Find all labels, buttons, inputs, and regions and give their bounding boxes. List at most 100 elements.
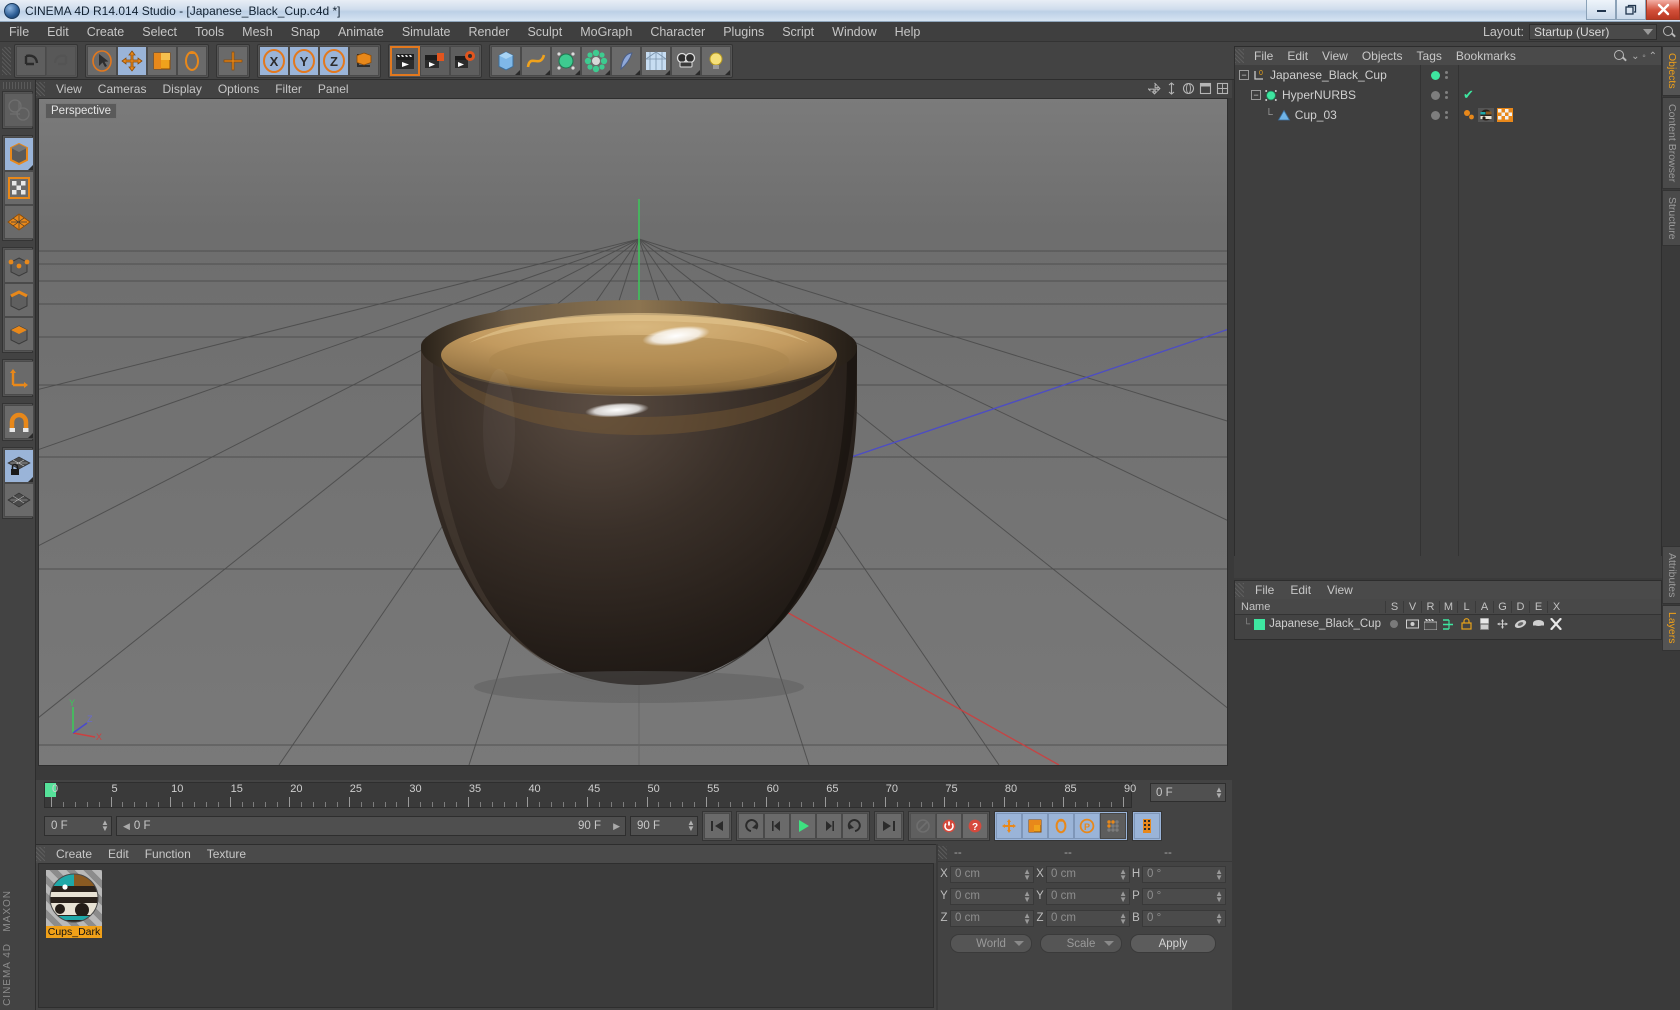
layer-visible-cell[interactable] xyxy=(1403,619,1421,629)
stepper-icon[interactable]: ▲ ▼ xyxy=(1023,867,1031,881)
object-dots-row[interactable] xyxy=(1421,105,1458,125)
object-tree[interactable]: − 0 Japanese_Black_Cup − HyperNURBS └ Cu… xyxy=(1235,65,1421,575)
layer-col-a[interactable]: A xyxy=(1475,600,1493,613)
stepper-icon[interactable]: ▲ ▼ xyxy=(1215,911,1223,925)
scale-key-button[interactable] xyxy=(1022,813,1048,839)
edge-mode-button[interactable] xyxy=(4,283,34,317)
material-menu-edit[interactable]: Edit xyxy=(100,845,137,863)
layer-color-dot[interactable] xyxy=(1431,90,1440,100)
select-tool[interactable] xyxy=(87,45,117,76)
coordinates-grip[interactable] xyxy=(938,846,947,859)
menu-item-mesh[interactable]: Mesh xyxy=(233,22,282,42)
object-dots-row[interactable] xyxy=(1421,65,1458,85)
stepper-icon[interactable]: ▲ ▼ xyxy=(1119,889,1127,903)
layer-color-dot[interactable] xyxy=(1431,70,1440,80)
material-tag-icon[interactable] xyxy=(1478,108,1494,122)
viewport-menu-grip[interactable] xyxy=(36,82,45,96)
viewport-navigation-tool[interactable] xyxy=(4,93,34,127)
object-row-hypernurbs[interactable]: − HyperNURBS xyxy=(1235,85,1420,105)
stepper-icon[interactable]: ▲ ▼ xyxy=(1215,867,1223,881)
layer-col-r[interactable]: R xyxy=(1421,600,1439,613)
layer-menu-grip[interactable] xyxy=(1235,583,1244,597)
search-icon[interactable] xyxy=(1662,25,1676,39)
menu-item-file[interactable]: File xyxy=(0,22,38,42)
coordinate-mode-dropdown[interactable]: Scale xyxy=(1040,934,1122,953)
step-back-button[interactable] xyxy=(764,813,790,839)
world-object-axis-button[interactable] xyxy=(349,45,379,76)
layout-icon[interactable] xyxy=(1216,82,1229,95)
stepper-icon[interactable]: ▲ ▼ xyxy=(687,819,695,833)
tab-layers[interactable]: Layers xyxy=(1662,605,1680,651)
workplane-button[interactable] xyxy=(4,483,34,517)
camera-button[interactable] xyxy=(671,45,701,76)
visibility-dots-icon[interactable] xyxy=(1445,71,1448,79)
position-y-field[interactable]: 0 cm ▲ ▼ xyxy=(950,887,1034,905)
object-menu-grip[interactable] xyxy=(1235,49,1244,63)
material-menu-create[interactable]: Create xyxy=(48,845,100,863)
tag-dot-icon[interactable] xyxy=(1463,109,1475,121)
go-to-start-button[interactable] xyxy=(704,813,730,839)
material-chip[interactable]: Cups_Dark xyxy=(46,870,102,938)
tab-objects[interactable]: Objects xyxy=(1662,46,1680,96)
maximize-icon[interactable] xyxy=(1199,82,1212,95)
menu-item-animate[interactable]: Animate xyxy=(329,22,393,42)
parameter-key-button[interactable]: P xyxy=(1074,813,1100,839)
layer-render-cell[interactable] xyxy=(1421,618,1439,630)
layer-col-d[interactable]: D xyxy=(1511,600,1529,613)
timeline-button[interactable] xyxy=(1134,813,1160,839)
lock-workplane-button[interactable] xyxy=(4,449,34,483)
menu-item-select[interactable]: Select xyxy=(133,22,186,42)
menu-item-help[interactable]: Help xyxy=(886,22,930,42)
minimize-button[interactable] xyxy=(1586,0,1616,20)
material-menu-function[interactable]: Function xyxy=(137,845,199,863)
close-button[interactable] xyxy=(1646,0,1680,20)
layer-color-dot[interactable] xyxy=(1431,110,1440,120)
keyframe-selection-button[interactable]: ? xyxy=(962,813,988,839)
layer-color-swatch[interactable] xyxy=(1254,618,1266,630)
menu-item-tools[interactable]: Tools xyxy=(186,22,233,42)
toolbar-grip[interactable] xyxy=(2,46,11,75)
texture-mode-button[interactable] xyxy=(4,171,34,205)
undo-button[interactable] xyxy=(16,45,46,76)
add-cube-button[interactable] xyxy=(491,45,521,76)
layer-col-x[interactable]: X xyxy=(1547,600,1565,613)
layer-col-l[interactable]: L xyxy=(1457,600,1475,613)
pan-icon[interactable] xyxy=(1148,82,1161,95)
menu-item-plugins[interactable]: Plugins xyxy=(714,22,773,42)
expand-toggle-icon[interactable]: − xyxy=(1251,90,1261,100)
viewport-menu-options[interactable]: Options xyxy=(210,80,267,98)
stepper-icon[interactable]: ▲ ▼ xyxy=(101,819,109,833)
visibility-dots-icon[interactable] xyxy=(1445,111,1448,119)
cursor-cross-tool[interactable] xyxy=(218,45,248,76)
preview-range-bar[interactable]: ◀ 0 F 90 F ▶ xyxy=(116,816,626,836)
start-frame-input[interactable]: 0 F ▲ ▼ xyxy=(44,816,112,836)
object-menu-bookmarks[interactable]: Bookmarks xyxy=(1449,47,1523,65)
point-level-animation-button[interactable] xyxy=(1100,813,1126,839)
next-key-button[interactable] xyxy=(842,813,868,839)
object-menu-file[interactable]: File xyxy=(1247,47,1280,65)
render-view-button[interactable] xyxy=(390,45,420,76)
rotation-h-field[interactable]: 0 ° ▲ ▼ xyxy=(1142,865,1226,883)
previous-key-button[interactable] xyxy=(738,813,764,839)
rotation-p-field[interactable]: 0 ° ▲ ▼ xyxy=(1142,887,1226,905)
material-manager-body[interactable]: Cups_Dark xyxy=(38,863,934,1008)
polygon-mode-button[interactable] xyxy=(4,317,34,351)
check-icon[interactable]: ✔ xyxy=(1463,87,1474,103)
layer-menu-file[interactable]: File xyxy=(1247,581,1282,599)
lock-z-axis[interactable]: Z xyxy=(319,45,349,76)
tab-attributes[interactable]: Attributes xyxy=(1662,546,1680,605)
dolly-icon[interactable] xyxy=(1165,82,1178,95)
stepper-icon[interactable]: ▲ ▼ xyxy=(1119,867,1127,881)
viewport-menu-view[interactable]: View xyxy=(48,80,90,98)
nurbs-button[interactable] xyxy=(551,45,581,76)
end-frame-input[interactable]: 90 F ▲ ▼ xyxy=(630,816,698,836)
menu-item-render[interactable]: Render xyxy=(459,22,518,42)
environment-button[interactable] xyxy=(641,45,671,76)
layer-row[interactable]: └ Japanese_Black_Cup xyxy=(1235,615,1661,633)
viewport-menu-cameras[interactable]: Cameras xyxy=(90,80,155,98)
left-toolbar-grip[interactable] xyxy=(3,82,33,89)
lock-y-axis[interactable]: Y xyxy=(289,45,319,76)
stepper-icon[interactable]: ▲ ▼ xyxy=(1023,889,1031,903)
render-region-button[interactable] xyxy=(420,45,450,76)
menu-item-sculpt[interactable]: Sculpt xyxy=(518,22,571,42)
